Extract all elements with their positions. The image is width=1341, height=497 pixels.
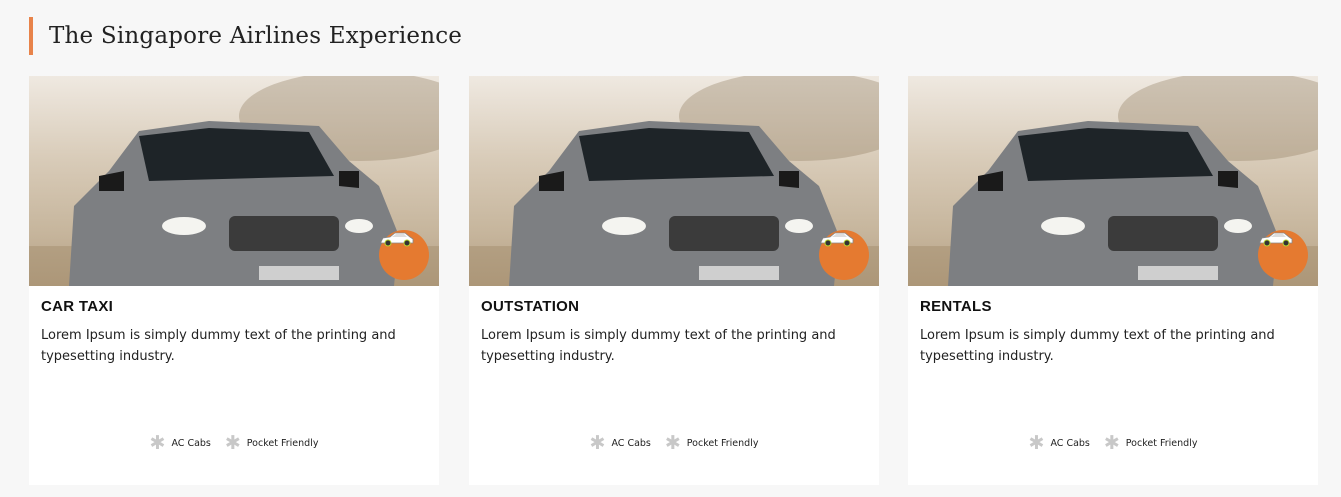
card-description: Lorem Ipsum is simply dummy text of the … [41, 328, 396, 364]
car-photo [908, 76, 1318, 286]
service-card[interactable]: RENTALS Lorem Ipsum is simply dummy text… [908, 76, 1318, 485]
feature-item: ✱ Pocket Friendly [665, 434, 759, 453]
feature-list: ✱ AC Cabs ✱ Pocket Friendly [469, 434, 879, 453]
card-title: RENTALS [920, 298, 992, 315]
feature-label: Pocket Friendly [686, 438, 759, 449]
car-icon [820, 232, 854, 247]
car-photo [29, 76, 439, 286]
feature-item: ✱ Pocket Friendly [225, 434, 319, 453]
card-title: CAR TAXI [41, 298, 114, 315]
card-description: Lorem Ipsum is simply dummy text of the … [481, 328, 836, 364]
asterisk-icon: ✱ [664, 432, 681, 454]
asterisk-icon: ✱ [589, 432, 606, 454]
car-icon [380, 232, 414, 247]
page-title: The Singapore Airlines Experience [49, 23, 463, 49]
feature-item: ✱ AC Cabs [1029, 434, 1090, 453]
car-photo [469, 76, 879, 286]
feature-list: ✱ AC Cabs ✱ Pocket Friendly [29, 434, 439, 453]
asterisk-icon: ✱ [149, 432, 166, 454]
feature-label: Pocket Friendly [1125, 438, 1198, 449]
feature-label: AC Cabs [1050, 438, 1090, 449]
feature-label: Pocket Friendly [246, 438, 319, 449]
feature-list: ✱ AC Cabs ✱ Pocket Friendly [908, 434, 1318, 453]
service-card[interactable]: CAR TAXI Lorem Ipsum is simply dummy tex… [29, 76, 439, 485]
card-description: Lorem Ipsum is simply dummy text of the … [920, 328, 1275, 364]
car-badge [819, 230, 869, 280]
feature-item: ✱ AC Cabs [150, 434, 211, 453]
car-icon [1259, 232, 1293, 247]
feature-item: ✱ Pocket Friendly [1104, 434, 1198, 453]
card-title: OUTSTATION [481, 298, 580, 315]
section-heading: The Singapore Airlines Experience [29, 17, 462, 55]
car-badge [379, 230, 429, 280]
feature-label: AC Cabs [611, 438, 651, 449]
feature-item: ✱ AC Cabs [590, 434, 651, 453]
feature-label: AC Cabs [171, 438, 211, 449]
service-card[interactable]: OUTSTATION Lorem Ipsum is simply dummy t… [469, 76, 879, 485]
asterisk-icon: ✱ [1028, 432, 1045, 454]
asterisk-icon: ✱ [1103, 432, 1120, 454]
asterisk-icon: ✱ [224, 432, 241, 454]
car-badge [1258, 230, 1308, 280]
